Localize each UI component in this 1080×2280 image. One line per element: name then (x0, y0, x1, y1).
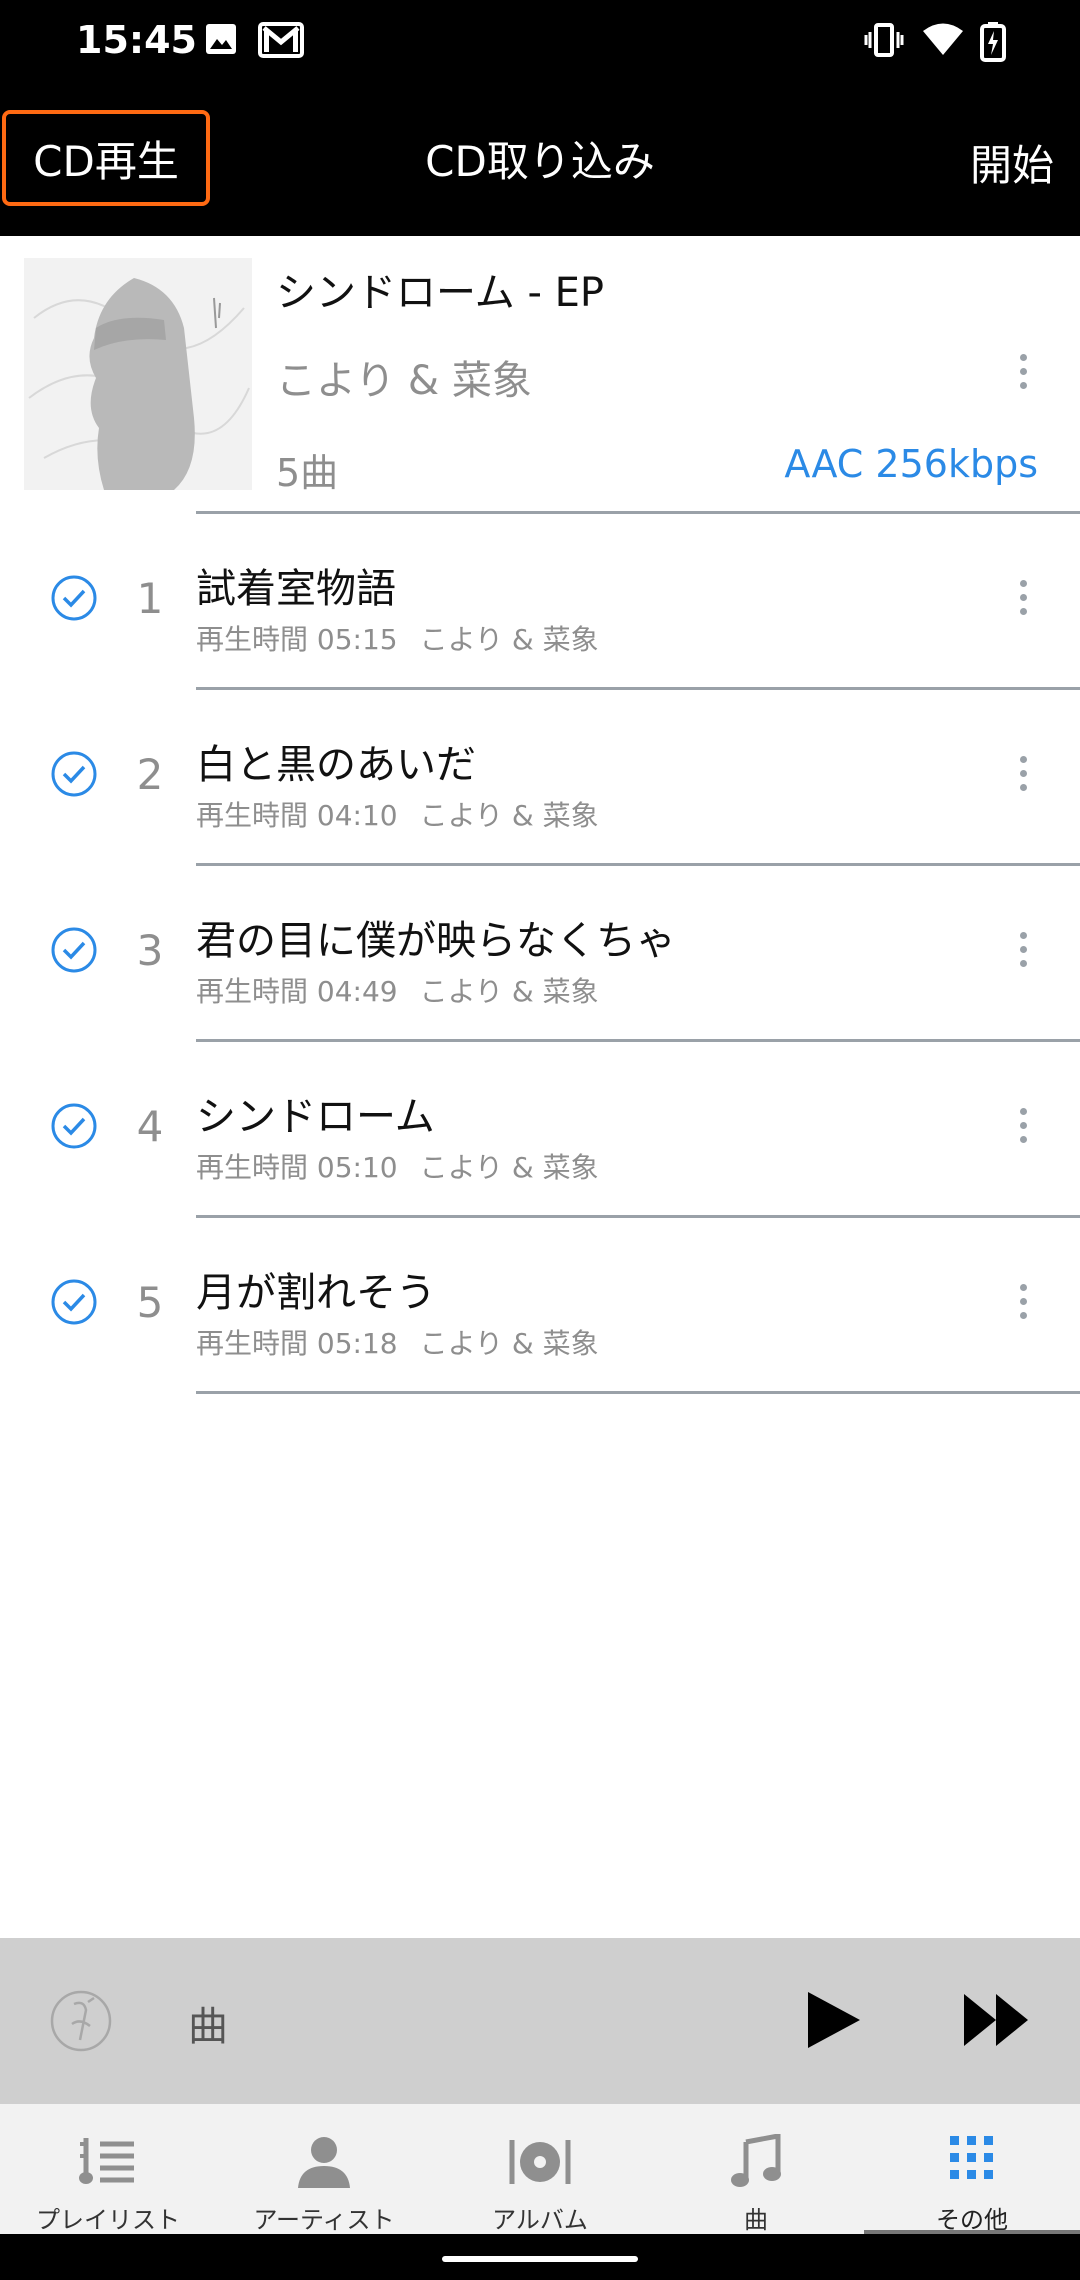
nav-item-album[interactable]: アルバム (432, 2104, 648, 2234)
track-duration: 再生時間 05:18 (196, 1327, 398, 1360)
track-more-icon[interactable] (1020, 1284, 1028, 1319)
track-title: 君の目に僕が映らなくちゃ (196, 918, 676, 964)
track-row[interactable]: 4 シンドローム 再生時間 05:10 こより & 菜象 (0, 1042, 1080, 1218)
track-artist: こより & 菜象 (419, 975, 599, 1008)
nav-item-artist[interactable]: アーティスト (216, 2104, 432, 2234)
track-number: 4 (136, 1102, 164, 1151)
track-duration: 再生時間 05:15 (196, 623, 398, 656)
track-title: 試着室物語 (196, 566, 396, 612)
track-artist: こより & 菜象 (419, 799, 599, 832)
track-meta: 再生時間 05:10 こより & 菜象 (196, 1146, 621, 1186)
mini-player[interactable]: 曲 (0, 1938, 1080, 2104)
checked-icon[interactable] (50, 1278, 98, 1326)
track-row[interactable]: 5 月が割れそう 再生時間 05:18 こより & 菜象 (0, 1218, 1080, 1394)
home-handle[interactable] (442, 2256, 638, 2262)
nav-label: アーティスト (253, 2206, 395, 2234)
track-more-icon[interactable] (1020, 1108, 1028, 1143)
album-artwork (24, 258, 252, 490)
track-number: 1 (136, 574, 164, 623)
track-meta: 再生時間 05:15 こより & 菜象 (196, 618, 621, 658)
track-title: シンドローム (196, 1094, 435, 1140)
nav-item-more[interactable]: その他 (864, 2104, 1080, 2234)
album-header: シンドローム - EP こより & 菜象 5曲 AAC 256kbps (0, 236, 1080, 512)
track-row[interactable]: 1 試着室物語 再生時間 05:15 こより & 菜象 (0, 514, 1080, 690)
battery-charging-icon (980, 22, 1006, 66)
gesture-bar (0, 2234, 1080, 2280)
grid-icon (950, 2136, 993, 2179)
nav-label: プレイリスト (36, 2206, 180, 2234)
format-setting[interactable]: AAC 256kbps (784, 442, 1038, 486)
track-meta: 再生時間 05:18 こより & 菜象 (196, 1322, 621, 1362)
track-more-icon[interactable] (1020, 580, 1028, 615)
app-bar: CD取り込み CD再生 開始 (0, 88, 1080, 236)
album-title: シンドローム - EP (276, 270, 605, 316)
track-artist: こより & 菜象 (419, 1151, 599, 1184)
checked-icon[interactable] (50, 750, 98, 798)
artist-icon (298, 2137, 350, 2188)
track-artist: こより & 菜象 (419, 623, 599, 656)
track-more-icon[interactable] (1020, 932, 1028, 967)
gmail-icon (258, 22, 304, 62)
track-more-icon[interactable] (1020, 756, 1028, 791)
playlist-icon (79, 2138, 134, 2184)
nav-label: 曲 (744, 2206, 768, 2234)
divider (196, 1391, 1080, 1394)
track-number: 2 (136, 750, 164, 799)
vibrate-icon (864, 22, 904, 62)
music-note-icon (731, 2134, 781, 2187)
track-count: 5曲 (276, 451, 339, 495)
status-time: 15:45 (76, 18, 197, 62)
disc-icon (50, 1990, 112, 2052)
track-title: 月が割れそう (196, 1270, 436, 1316)
track-meta: 再生時間 04:10 こより & 菜象 (196, 794, 621, 834)
track-duration: 再生時間 04:10 (196, 799, 398, 832)
track-number: 3 (136, 926, 164, 975)
cd-play-button[interactable]: CD再生 (2, 110, 210, 206)
wifi-icon (922, 22, 964, 62)
track-duration: 再生時間 04:49 (196, 975, 398, 1008)
image-icon (204, 22, 238, 60)
start-button[interactable]: 開始 (970, 132, 1054, 193)
nav-item-songs[interactable]: 曲 (648, 2104, 864, 2234)
checked-icon[interactable] (50, 926, 98, 974)
fast-forward-icon[interactable] (962, 1992, 1032, 2048)
track-row[interactable]: 2 白と黒のあいだ 再生時間 04:10 こより & 菜象 (0, 690, 1080, 866)
album-icon (509, 2140, 571, 2184)
track-row[interactable]: 3 君の目に僕が映らなくちゃ 再生時間 04:49 こより & 菜象 (0, 866, 1080, 1042)
checked-icon[interactable] (50, 1102, 98, 1150)
nav-label: アルバム (492, 2206, 588, 2234)
play-icon[interactable] (804, 1990, 864, 2050)
track-artist: こより & 菜象 (419, 1327, 599, 1360)
checked-icon[interactable] (50, 574, 98, 622)
album-more-icon[interactable] (1020, 354, 1028, 389)
bottom-nav: プレイリスト アーティスト アルバム 曲 その他 (0, 2104, 1080, 2234)
album-artist: こより & 菜象 (276, 358, 532, 404)
track-meta: 再生時間 04:49 こより & 菜象 (196, 970, 621, 1010)
now-playing-title: 曲 (188, 2004, 228, 2050)
track-duration: 再生時間 05:10 (196, 1151, 398, 1184)
status-bar: 15:45 (0, 0, 1080, 88)
track-title: 白と黒のあいだ (196, 742, 476, 788)
nav-item-playlist[interactable]: プレイリスト (0, 2104, 216, 2234)
track-number: 5 (136, 1278, 164, 1327)
